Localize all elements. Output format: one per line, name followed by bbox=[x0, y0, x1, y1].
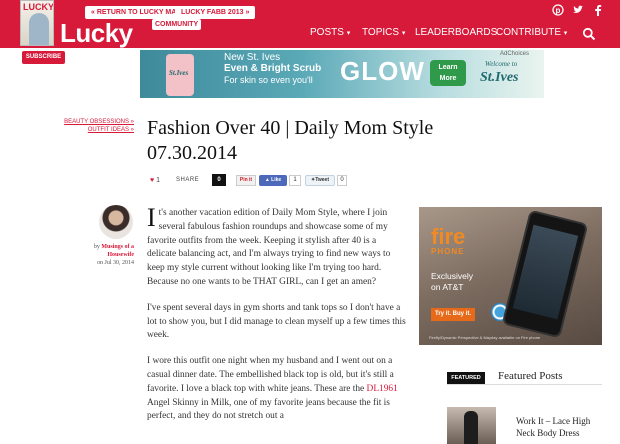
nav-leaderboards-label: LEADERBOARDS bbox=[415, 27, 498, 38]
phone-image bbox=[501, 209, 589, 339]
like-counter[interactable]: ♥ 1 bbox=[150, 177, 160, 184]
search-icon[interactable] bbox=[582, 27, 596, 41]
twitter-icon[interactable] bbox=[572, 4, 584, 16]
thumbs-up-icon: ▲ bbox=[264, 177, 270, 183]
learn-more-button[interactable]: Learn More bbox=[430, 60, 466, 86]
site-header: LUCKY Lucky COMMUNITY « RETURN TO LUCKY … bbox=[0, 0, 620, 48]
phone-screen bbox=[512, 224, 579, 320]
dress-figure bbox=[464, 411, 478, 444]
author-name-link[interactable]: Musings of a Housewife bbox=[101, 244, 134, 258]
facebook-like-count: 1 bbox=[289, 175, 301, 186]
paragraph-3-text-b: Angel Skinny in Milk, one of my favorite… bbox=[147, 397, 390, 422]
breadcrumb-outfit-ideas[interactable]: OUTFIT IDEAS » bbox=[88, 127, 134, 133]
share-label[interactable]: SHARE bbox=[176, 177, 199, 183]
tweet-label: Tweet bbox=[315, 177, 329, 183]
phone-text: PHONE bbox=[431, 247, 465, 256]
chevron-down-icon: ▾ bbox=[346, 30, 351, 37]
paragraph-3: I wore this outfit one night when my hus… bbox=[147, 355, 407, 424]
fire-phone-ad[interactable]: fire PHONE Exclusively on AT&T Try it. B… bbox=[419, 207, 602, 345]
product-tube-image: St.Ives bbox=[166, 54, 194, 96]
st-ives-logo: St.Ives bbox=[480, 70, 519, 85]
tube-brand: St.Ives bbox=[169, 69, 189, 77]
author-on-label: on bbox=[96, 260, 103, 266]
drop-cap: I bbox=[147, 203, 156, 232]
dl1961-link[interactable]: DL1961 bbox=[367, 384, 398, 394]
adchoices-link[interactable]: AdChoices bbox=[500, 51, 529, 57]
breadcrumb-beauty-obsessions[interactable]: BEAUTY OBSESSIONS » bbox=[64, 119, 134, 125]
post-title: Fashion Over 40 | Daily Mom Style 07.30.… bbox=[147, 117, 434, 164]
exclusively-text: Exclusively bbox=[431, 271, 474, 281]
st-ives-ad-banner[interactable]: St.Ives New St. Ives Even & Bright Scrub… bbox=[140, 50, 544, 98]
nav-contribute-label: CONTRIBUTE bbox=[496, 27, 561, 38]
author-avatar[interactable] bbox=[99, 205, 133, 239]
nav-topics[interactable]: TOPICS ▾ bbox=[362, 27, 405, 38]
ad-fine-print: Firefly/Dynamic Perspective & Mayday ava… bbox=[429, 335, 541, 340]
magazine-cover-title: LUCKY bbox=[23, 2, 54, 12]
facebook-like-button[interactable]: ▲ Like bbox=[259, 175, 287, 186]
ad-glow-text: GLOW bbox=[340, 56, 425, 86]
community-tag: COMMUNITY bbox=[152, 19, 202, 30]
author-info: by Musings of a Housewife on Jul 30, 201… bbox=[82, 243, 134, 267]
pinterest-icon[interactable]: p bbox=[552, 4, 564, 16]
nav-leaderboards[interactable]: LEADERBOARDS bbox=[415, 27, 497, 38]
featured-post-link[interactable]: Work It – Lace High Neck Body Dress bbox=[516, 415, 606, 439]
post-date: Jul 30, 2014 bbox=[104, 260, 134, 266]
ad-line-3: For skin so even you'll bbox=[224, 75, 313, 85]
featured-posts-heading: Featured Posts bbox=[498, 370, 563, 382]
lucky-fabb-link[interactable]: LUCKY FABB 2013 » bbox=[175, 6, 256, 19]
ad-welcome-text: Welcome to bbox=[485, 60, 518, 68]
ad-line-2: Even & Bright Scrub bbox=[224, 63, 322, 74]
chevron-down-icon: ▾ bbox=[401, 30, 406, 37]
nav-posts[interactable]: POSTS ▾ bbox=[310, 27, 350, 38]
facebook-icon[interactable] bbox=[592, 4, 604, 16]
pin-it-button[interactable]: Pin it bbox=[236, 175, 256, 186]
like-count: 1 bbox=[156, 177, 161, 184]
tweet-button[interactable]: ✦Tweet bbox=[305, 175, 335, 186]
chevron-down-icon: ▾ bbox=[563, 30, 568, 37]
magazine-cover-image[interactable]: LUCKY bbox=[20, 0, 54, 46]
heart-icon: ♥ bbox=[150, 177, 155, 184]
featured-badge: FEATURED bbox=[447, 372, 485, 384]
article-body: It's another vacation edition of Daily M… bbox=[147, 203, 407, 436]
return-to-lucky-mag-link[interactable]: « RETURN TO LUCKY MAG bbox=[85, 6, 188, 19]
facebook-like-label: Like bbox=[271, 177, 282, 183]
paragraph-1: It's another vacation edition of Daily M… bbox=[147, 203, 407, 290]
lucky-logo[interactable]: Lucky bbox=[60, 18, 133, 49]
svg-text:p: p bbox=[556, 6, 561, 15]
subscribe-button[interactable]: SUBSCRIBE bbox=[22, 51, 65, 64]
paragraph-2: I've spent several days in gym shorts an… bbox=[147, 302, 406, 341]
nav-topics-label: TOPICS bbox=[362, 27, 400, 38]
on-att-text: on AT&T bbox=[431, 282, 464, 292]
share-count: 0 bbox=[212, 174, 226, 186]
nav-posts-label: POSTS bbox=[310, 27, 344, 38]
try-it-buy-it-button[interactable]: Try it. Buy it. bbox=[431, 308, 475, 321]
tweet-count: 0 bbox=[337, 175, 347, 186]
paragraph-3-text-a: I wore this outfit one night when my hus… bbox=[147, 356, 394, 394]
paragraph-1-text: t's another vacation edition of Daily Mo… bbox=[147, 208, 391, 287]
ad-line-1: New St. Ives bbox=[224, 52, 281, 63]
cover-model-figure bbox=[29, 13, 49, 45]
nav-contribute[interactable]: CONTRIBUTE ▾ bbox=[496, 27, 567, 38]
author-by-label: by bbox=[93, 244, 100, 250]
featured-divider bbox=[447, 384, 602, 385]
featured-post-thumbnail[interactable] bbox=[447, 407, 496, 444]
